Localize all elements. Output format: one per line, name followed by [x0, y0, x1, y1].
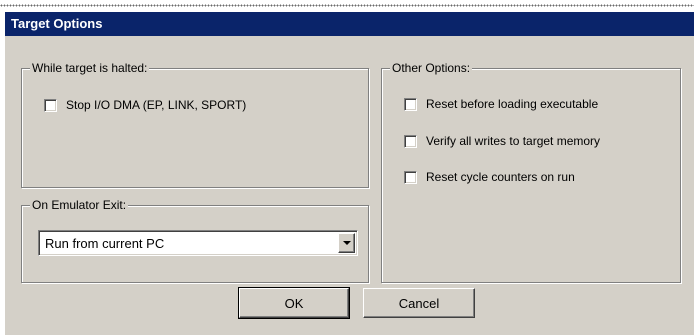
emulator-exit-dropdown[interactable]: Run from current PC: [38, 230, 358, 256]
emulator-exit-selected-value: Run from current PC: [45, 236, 165, 251]
chevron-down-icon[interactable]: [338, 233, 355, 253]
reset-before-loading-label: Reset before loading executable: [426, 97, 599, 111]
title-bar[interactable]: Target Options: [5, 12, 694, 36]
reset-before-loading-option[interactable]: Reset before loading executable: [404, 96, 598, 112]
cancel-button[interactable]: Cancel: [363, 288, 475, 318]
on-emulator-exit-group: On Emulator Exit: Run from current PC: [21, 198, 369, 283]
dotted-selection-border: [0, 0, 694, 12]
while-halted-group: While target is halted: Stop I/O DMA (EP…: [21, 61, 369, 188]
stop-io-dma-label: Stop I/O DMA (EP, LINK, SPORT): [66, 98, 247, 112]
reset-cycle-counters-label: Reset cycle counters on run: [426, 170, 575, 184]
ok-button[interactable]: OK: [238, 287, 350, 319]
target-options-dialog: Target Options While target is halted: S…: [4, 12, 694, 335]
reset-cycle-counters-option[interactable]: Reset cycle counters on run: [404, 169, 575, 185]
dialog-title: Target Options: [11, 16, 103, 31]
other-options-legend: Other Options:: [390, 61, 473, 75]
reset-before-loading-checkbox[interactable]: [404, 97, 417, 111]
other-options-group: Other Options: Reset before loading exec…: [381, 61, 681, 283]
on-emulator-exit-legend: On Emulator Exit:: [30, 198, 129, 212]
stop-io-dma-checkbox[interactable]: [44, 98, 57, 112]
verify-writes-option[interactable]: Verify all writes to target memory: [404, 133, 600, 149]
verify-writes-label: Verify all writes to target memory: [426, 134, 601, 148]
while-halted-legend: While target is halted:: [30, 61, 150, 75]
stop-io-dma-option[interactable]: Stop I/O DMA (EP, LINK, SPORT): [44, 97, 246, 113]
verify-writes-checkbox[interactable]: [404, 134, 417, 148]
reset-cycle-counters-checkbox[interactable]: [404, 170, 417, 184]
